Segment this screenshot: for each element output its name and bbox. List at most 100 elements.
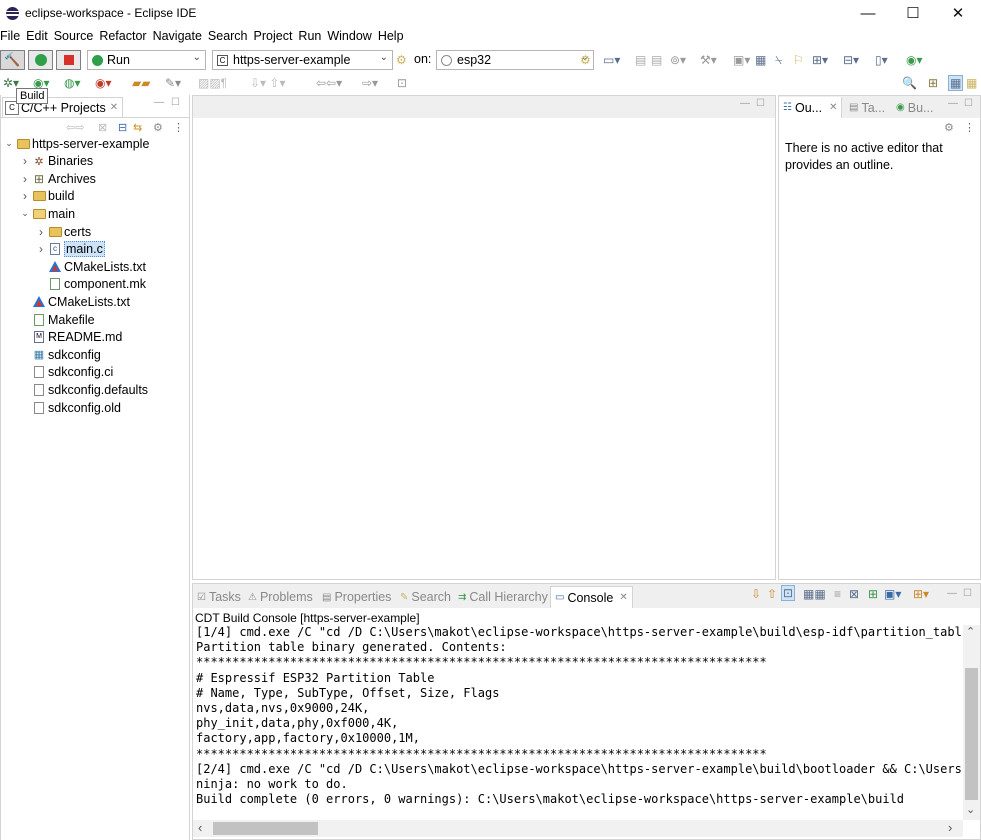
tree-item[interactable]: › ✲ Binaries (19, 153, 93, 170)
tree-item[interactable]: CMakeLists.txt (35, 258, 146, 275)
external-tools-icon[interactable]: ⚐ (793, 53, 804, 67)
scroll-lock-icon[interactable]: ⊡ (781, 585, 796, 601)
menu-window[interactable]: Window (324, 29, 374, 43)
open-perspective-icon[interactable]: ⊞ (928, 76, 938, 90)
collapse-chevron-icon[interactable]: › (35, 225, 47, 239)
stop-button[interactable] (56, 50, 81, 70)
scroll-up-arrow-icon[interactable]: ⌃ (966, 625, 975, 638)
minimize-view-icon[interactable]: — (154, 97, 164, 108)
menu-help[interactable]: Help (375, 29, 407, 43)
scroll-down-arrow-icon[interactable]: ⌄ (966, 803, 975, 816)
menu-edit[interactable]: Edit (23, 29, 51, 43)
tab-problems[interactable]: ⚠ Problems (248, 587, 313, 607)
collapse-chevron-icon[interactable]: › (19, 189, 31, 203)
menu-project[interactable]: Project (251, 29, 296, 43)
launch-target-select[interactable]: esp32 ⌄ (436, 50, 594, 70)
tree-item[interactable]: sdkconfig.ci (19, 364, 113, 381)
link-editor-icon[interactable]: ⇆ (133, 121, 142, 134)
filters-icon[interactable]: ⚙ (153, 121, 163, 134)
new-icon[interactable]: ▭▾ (603, 53, 620, 67)
maximize-editor-icon[interactable]: ☐ (756, 98, 765, 109)
skip-breakpoints-icon[interactable]: ⍀ (775, 53, 782, 68)
tree-item[interactable]: ⌄ main (19, 205, 75, 222)
console-output[interactable]: [1/4] cmd.exe /C "cd /D C:\Users\makot\e… (196, 625, 962, 815)
tab-task-list[interactable]: ▤ Ta... (849, 97, 885, 118)
word-wrap-icon[interactable]: ≡ (834, 587, 841, 601)
display-console-icon[interactable]: ▣▾ (884, 587, 901, 601)
collapse-chevron-icon[interactable]: › (19, 154, 31, 168)
tree-item[interactable]: M README.md (19, 329, 122, 346)
tree-item[interactable]: Makefile (19, 311, 95, 328)
up-nav-icon[interactable]: ⊠ (98, 121, 107, 134)
build-config-icon[interactable]: ⚒▾ (700, 53, 717, 67)
collapse-chevron-icon[interactable]: › (35, 242, 47, 256)
expand-chevron-icon[interactable]: ⌄ (19, 208, 31, 219)
minimize-button[interactable]: — (845, 0, 891, 26)
clear-console-icon[interactable]: ⊠ (849, 587, 859, 601)
tab-search[interactable]: ✎ Search (400, 587, 451, 607)
maximize-button[interactable]: ☐ (890, 0, 936, 26)
tab-build-targets[interactable]: ◉ Bu... (896, 97, 933, 118)
console-vertical-scrollbar[interactable]: ⌃ ⌄ (963, 625, 980, 820)
tree-item[interactable]: component.mk (35, 276, 146, 293)
debug-icon[interactable]: ⊚▾ (670, 53, 686, 67)
minimize-console-icon[interactable]: — (947, 588, 957, 599)
collapse-all-icon[interactable]: ⊟ (118, 121, 127, 134)
maximize-console-icon[interactable]: ☐ (963, 588, 972, 599)
scroll-down-icon[interactable]: ⇩ (751, 587, 761, 601)
back-nav-icon[interactable]: ⇦⇨ (66, 121, 84, 134)
menu-run[interactable]: Run (295, 29, 324, 43)
new-class-icon[interactable]: ⊞▾ (812, 53, 828, 67)
close-icon[interactable]: ✕ (619, 592, 627, 603)
vertical-scroll-thumb[interactable] (965, 668, 978, 800)
cpp-perspective-icon[interactable]: ▦ (948, 75, 964, 91)
tree-item[interactable]: › ⊞ Archives (19, 170, 96, 187)
launch-config-select[interactable]: C https-server-example ⌄ (212, 50, 393, 70)
tree-item[interactable]: › build (19, 188, 74, 205)
menu-file[interactable]: File (0, 29, 23, 43)
minimize-editor-icon[interactable]: — (740, 98, 750, 109)
pin-editor-icon[interactable]: ⊡ (397, 76, 407, 90)
close-button[interactable]: ✕ (935, 0, 981, 26)
build-button[interactable]: 🔨 (0, 50, 25, 70)
tree-item[interactable]: ▦ sdkconfig (19, 346, 101, 363)
open-type-icon[interactable]: ⊟▾ (843, 53, 859, 67)
coverage-icon[interactable]: ◍▾ (64, 76, 81, 90)
tab-tasks[interactable]: ☑ Tasks (197, 587, 241, 607)
tab-console[interactable]: ▭ Console ✕ (550, 586, 633, 608)
view-menu-icon[interactable]: ⋮ (964, 121, 975, 134)
search-icon[interactable]: 🔍 (902, 76, 917, 90)
launch-button[interactable] (28, 50, 53, 70)
maximize-view-icon[interactable]: ☐ (171, 97, 180, 108)
terminal-icon[interactable]: ▣▾ (733, 53, 750, 67)
pin-console-icon[interactable]: ⊞ (868, 587, 878, 601)
save-icon[interactable]: ▤ (635, 53, 646, 67)
tab-call-hierarchy[interactable]: ⇉ Call Hierarchy (458, 587, 548, 607)
console-icon[interactable]: ▦ (755, 53, 766, 67)
menu-search[interactable]: Search (205, 29, 251, 43)
collapse-chevron-icon[interactable]: › (19, 172, 31, 186)
menu-navigate[interactable]: Navigate (150, 29, 205, 43)
maximize-outline-icon[interactable]: ☐ (964, 98, 973, 109)
outline-filter-icon[interactable]: ⚙ (944, 121, 954, 134)
tree-item[interactable]: › certs (35, 223, 91, 240)
target-gear-icon[interactable]: ⚙ (580, 53, 591, 67)
close-icon[interactable]: ✕ (829, 102, 837, 113)
run-last-icon[interactable]: ◉▾ (906, 53, 923, 67)
debug-perspective-icon[interactable]: ▦ (966, 76, 977, 90)
minimize-outline-icon[interactable]: — (948, 98, 958, 109)
horizontal-scroll-thumb[interactable] (213, 822, 318, 835)
save-all-icon[interactable]: ▤ (651, 53, 662, 67)
next-annotation-icon[interactable]: ⇩▾ ⇧▾ (250, 76, 286, 90)
profile-icon[interactable]: ◉▾ (95, 76, 112, 90)
scroll-right-arrow-icon[interactable]: › (948, 820, 952, 835)
config-gear-icon[interactable]: ⚙ (396, 53, 407, 67)
open-folder-icon[interactable]: ▰▰ (132, 76, 150, 90)
tree-item[interactable]: ⌄ https-server-example (3, 135, 149, 152)
show-console-icon[interactable]: ▦▦ (803, 587, 826, 601)
tab-outline[interactable]: ☷ Ou... ✕ (779, 97, 843, 118)
menu-source[interactable]: Source (51, 29, 97, 43)
console-horizontal-scrollbar[interactable]: ‹ › (193, 820, 963, 837)
scroll-up-icon[interactable]: ⇧ (767, 587, 777, 601)
toggle-mark-icon[interactable]: ▨▨¶ (198, 76, 227, 90)
